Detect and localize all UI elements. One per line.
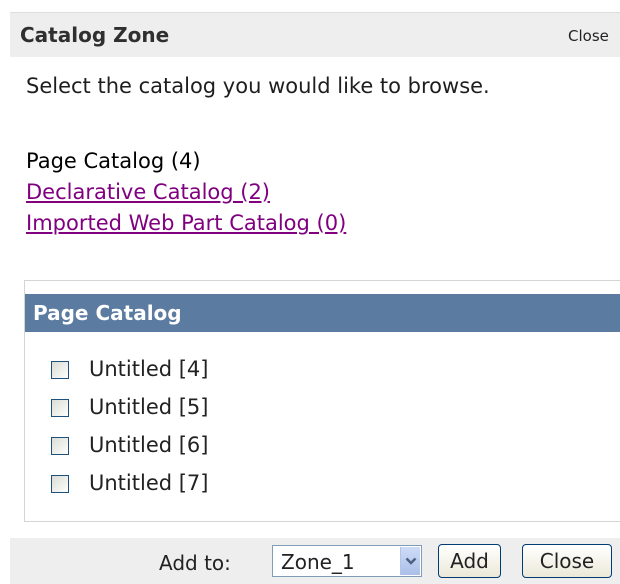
web-part-checkbox[interactable] — [51, 475, 69, 493]
catalog-link-declarative[interactable]: Declarative Catalog (2) — [26, 180, 270, 204]
close-button[interactable]: Close — [522, 544, 612, 578]
catalog-list: Page Catalog (4) Declarative Catalog (2)… — [26, 146, 346, 239]
add-to-label: Add to: — [159, 551, 231, 575]
add-button[interactable]: Add — [438, 544, 501, 578]
zone-close-link[interactable]: Close — [568, 27, 609, 45]
catalog-instruction: Select the catalog you would like to bro… — [26, 74, 490, 98]
catalog-link-imported[interactable]: Imported Web Part Catalog (0) — [26, 211, 346, 235]
chevron-down-icon — [405, 557, 416, 565]
catalog-item-page: Page Catalog (4) — [26, 149, 201, 173]
catalog-zone-title: Catalog Zone — [20, 23, 170, 47]
part-title-bar: Page Catalog — [25, 294, 620, 332]
web-part-list: Untitled [4] Untitled [5] Untitled [6] U… — [51, 357, 209, 509]
web-part-item: Untitled [6] — [51, 433, 209, 471]
web-part-checkbox[interactable] — [51, 437, 69, 455]
web-part-label: Untitled [4] — [89, 357, 209, 381]
web-part-label: Untitled [6] — [89, 433, 209, 457]
web-part-label: Untitled [7] — [89, 471, 209, 495]
catalog-zone: Catalog Zone Close Select the catalog yo… — [10, 12, 620, 584]
web-part-checkbox[interactable] — [51, 361, 69, 379]
zone-select-value: Zone_1 — [281, 550, 355, 574]
web-part-checkbox[interactable] — [51, 399, 69, 417]
catalog-zone-footer: Add to: Zone_1 Add Close — [10, 538, 620, 584]
web-part-item: Untitled [4] — [51, 357, 209, 395]
catalog-part-panel: Page Catalog Untitled [4] Untitled [5] U… — [24, 280, 620, 522]
part-panel-title: Page Catalog — [33, 301, 182, 325]
catalog-zone-header: Catalog Zone Close — [10, 12, 620, 57]
web-part-label: Untitled [5] — [89, 395, 209, 419]
zone-select[interactable]: Zone_1 — [272, 545, 422, 577]
web-part-item: Untitled [5] — [51, 395, 209, 433]
web-part-item: Untitled [7] — [51, 471, 209, 509]
dropdown-arrow-button[interactable] — [400, 547, 420, 575]
